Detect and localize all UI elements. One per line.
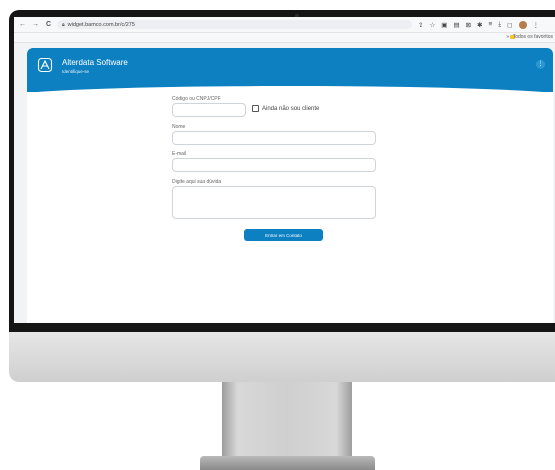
monitor-base bbox=[200, 456, 375, 470]
question-textarea[interactable] bbox=[172, 186, 376, 219]
not-client-label: Ainda não sou cliente bbox=[262, 105, 320, 112]
monitor-chin bbox=[9, 332, 555, 382]
monitor-stand bbox=[222, 382, 352, 457]
name-label: Nome bbox=[172, 124, 186, 130]
email-input[interactable] bbox=[172, 158, 376, 172]
back-icon[interactable]: ← bbox=[18, 21, 27, 28]
question-label: Digite aqui sua dúvida bbox=[172, 179, 222, 185]
url-text: widget.bamco.com.br/c/275 bbox=[67, 21, 135, 28]
submit-button[interactable]: Entrar em Contato bbox=[244, 229, 323, 241]
more-icon[interactable]: ⋮ bbox=[533, 21, 540, 29]
bookmarks-bar: » Todos os favoritos bbox=[14, 33, 555, 43]
bookmarks-overflow-icon[interactable]: » bbox=[506, 34, 509, 40]
extension-icon[interactable]: ▣ bbox=[441, 21, 447, 29]
not-client-option[interactable]: Ainda não sou cliente bbox=[252, 105, 319, 112]
browser-toolbar: ← → C 🔒︎ widget.bamco.com.br/c/275 ⇪ ☆ ▣… bbox=[14, 17, 555, 33]
share-icon[interactable]: ⇪ bbox=[418, 21, 423, 29]
extension-icon-3[interactable]: ⊠ bbox=[466, 21, 471, 29]
code-label: Código ou CNPJ/CPF bbox=[172, 96, 221, 102]
reload-icon[interactable]: C bbox=[44, 21, 53, 28]
star-icon[interactable]: ☆ bbox=[429, 21, 435, 29]
screen: ← → C 🔒︎ widget.bamco.com.br/c/275 ⇪ ☆ ▣… bbox=[14, 17, 555, 323]
profile-avatar[interactable] bbox=[518, 20, 527, 29]
email-label: E-mail bbox=[172, 151, 187, 157]
logo-icon bbox=[37, 57, 53, 73]
media-icon[interactable]: ≡ bbox=[489, 21, 493, 28]
address-bar[interactable]: 🔒︎ widget.bamco.com.br/c/275 bbox=[57, 20, 412, 29]
name-input[interactable] bbox=[172, 131, 376, 145]
puzzle-icon[interactable]: ✱ bbox=[477, 21, 482, 29]
forward-icon[interactable]: → bbox=[31, 21, 40, 28]
bookmarks-folder[interactable]: Todos os favoritos bbox=[513, 34, 553, 40]
sidepanel-icon[interactable]: ◻ bbox=[507, 21, 512, 29]
download-icon[interactable]: ⤓ bbox=[498, 21, 501, 29]
lock-icon: 🔒︎ bbox=[62, 21, 65, 28]
extension-icon-2[interactable]: ▤ bbox=[453, 21, 459, 29]
widget-subtitle: Identifique-se bbox=[62, 69, 90, 74]
not-client-checkbox[interactable] bbox=[252, 105, 259, 112]
menu-icon[interactable]: ⋮ bbox=[536, 60, 545, 69]
code-input[interactable] bbox=[172, 103, 246, 117]
widget-title: Alterdata Software bbox=[62, 58, 128, 67]
